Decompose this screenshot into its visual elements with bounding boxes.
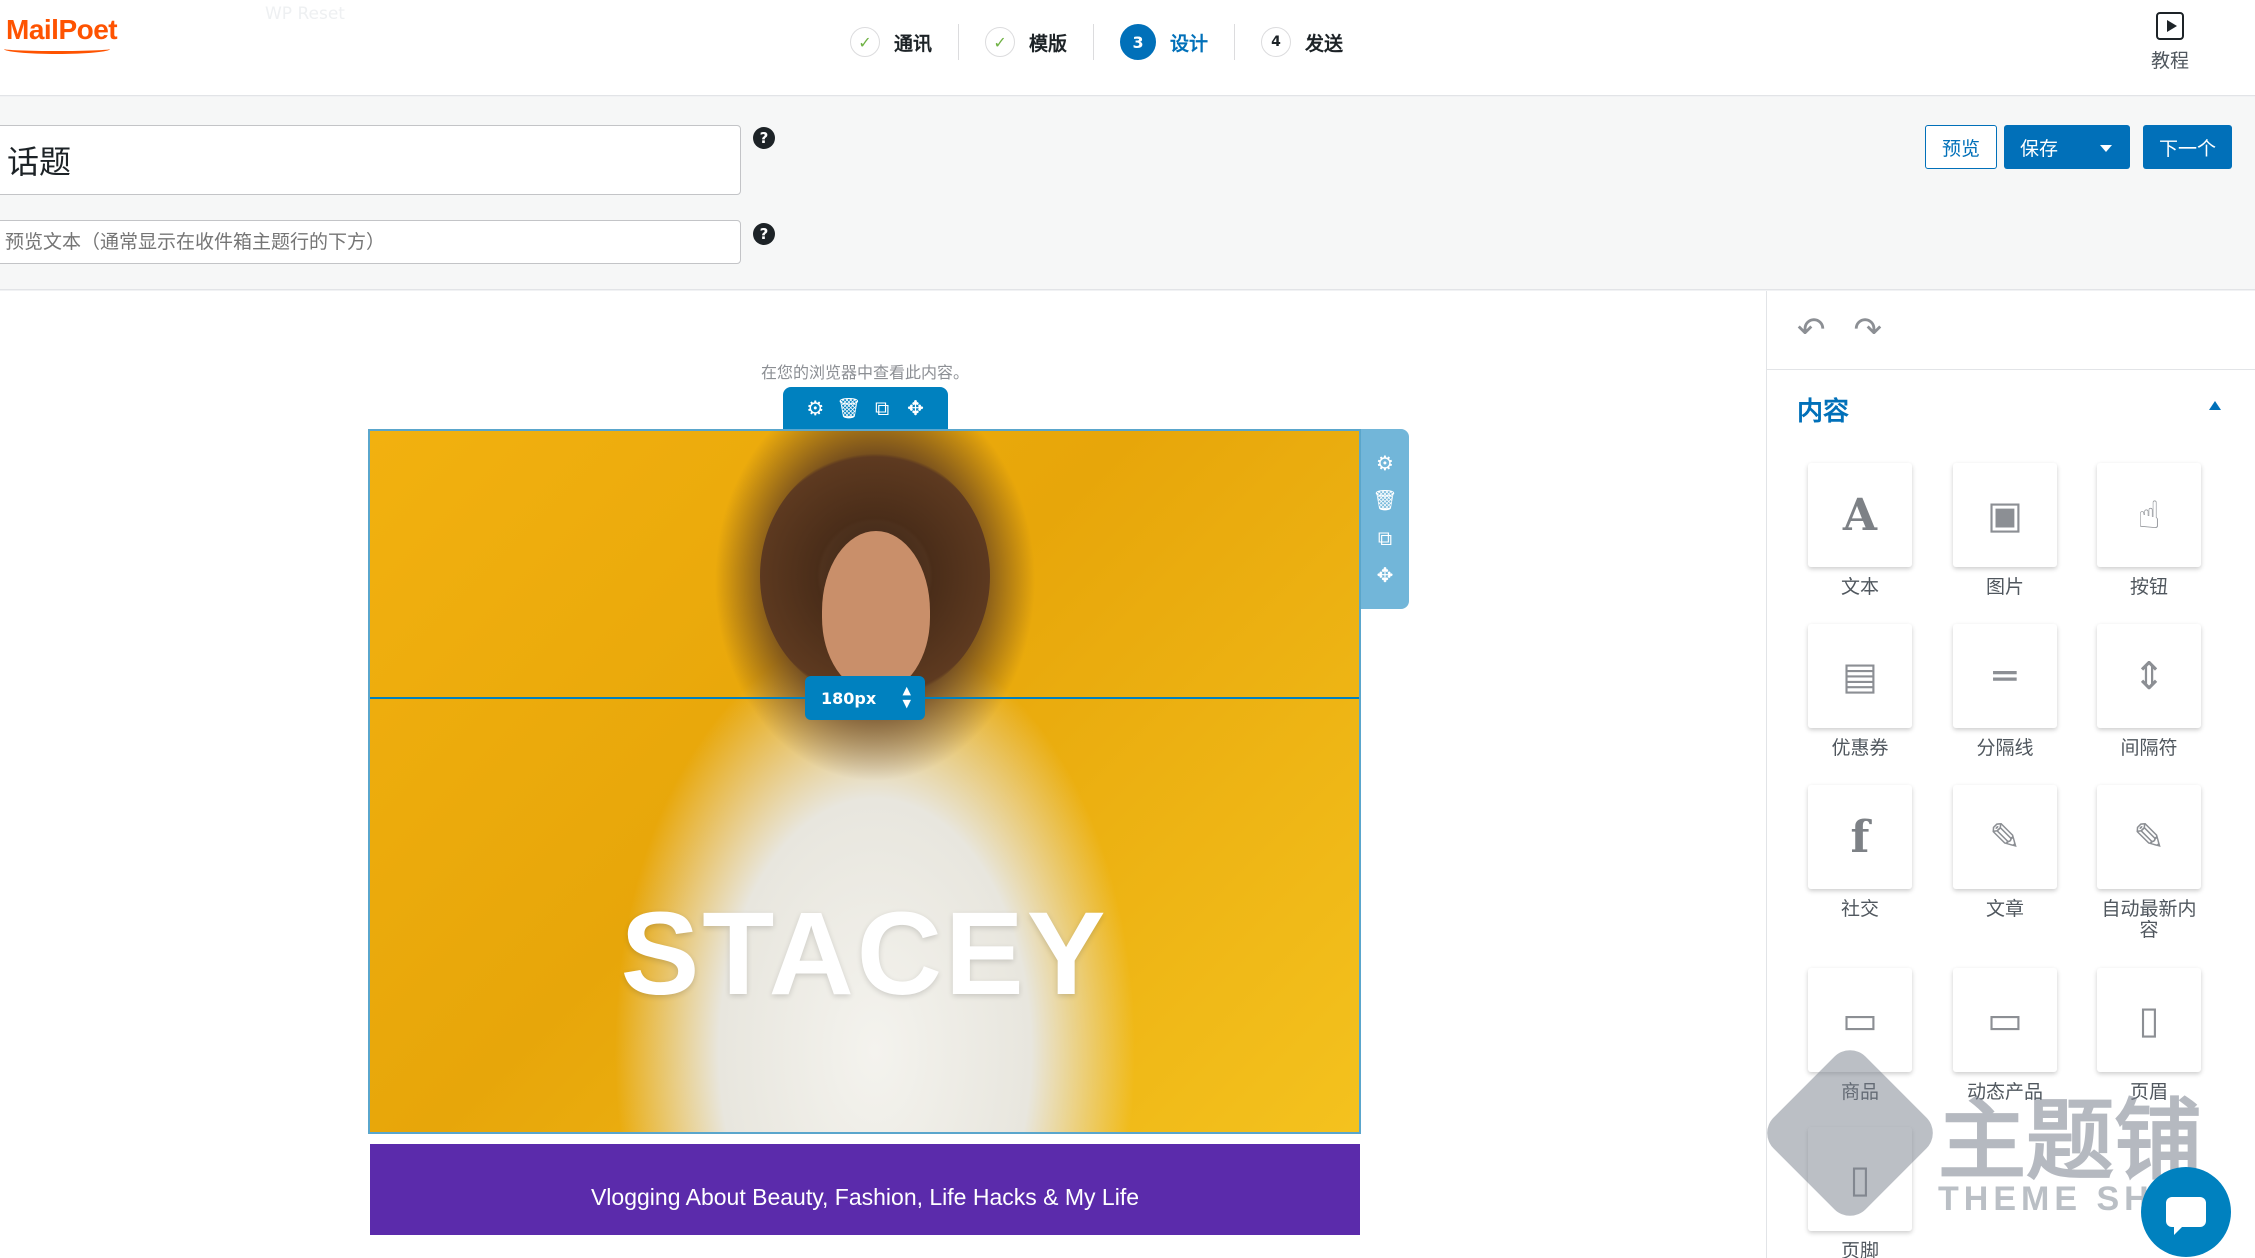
spacer-icon: ⇕ [2097, 624, 2201, 728]
footer-text: Vlogging About Beauty, Fashion, Life Hac… [590, 1184, 1140, 1210]
editor-canvas: 在您的浏览器中查看此内容。 ⚙ 🗑 ⧉ ✥ STACEY ⚙ 🗑 ⧉ ✥ 180… [0, 291, 1766, 1258]
widget-label: 文本 [1840, 576, 1879, 598]
step-label: 发送 [1305, 32, 1344, 55]
preheader-input[interactable] [0, 220, 741, 264]
widget-divider[interactable]: ═ 分隔线 [1950, 624, 2060, 759]
spacer-height-value: 180px [821, 688, 877, 708]
dynamic-product-icon: ▭ [1953, 968, 2057, 1072]
save-dropdown-icon[interactable] [2100, 145, 2112, 152]
history-controls: ↶ ↷ [1797, 313, 1882, 347]
step-send[interactable]: 4 发送 [1261, 24, 1369, 60]
widget-button[interactable]: ☝ 按钮 [2094, 463, 2204, 598]
coupon-icon: ▤ [1808, 624, 1912, 728]
email-header-block[interactable]: STACEY [368, 429, 1361, 1134]
duplicate-icon[interactable]: ⧉ [1372, 526, 1398, 550]
top-bar: MailPoet WP Reset ✓ 通讯 ✓ 模版 3 设计 4 发送 教程 [0, 0, 2255, 96]
step-design[interactable]: 3 设计 [1120, 24, 1236, 60]
redo-icon[interactable]: ↷ [1854, 313, 1883, 347]
widget-coupon[interactable]: ▤ 优惠券 [1805, 624, 1915, 759]
subject-input[interactable] [0, 125, 741, 195]
widget-label: 文章 [1985, 898, 2024, 920]
preview-button[interactable]: 预览 [1925, 125, 1997, 169]
gear-icon[interactable]: ⚙ [802, 396, 828, 420]
trash-icon[interactable]: 🗑 [1372, 488, 1398, 512]
block-side-toolbar: ⚙ 🗑 ⧉ ✥ [1361, 429, 1409, 609]
container-toolbar: ⚙ 🗑 ⧉ ✥ [783, 387, 948, 429]
view-in-browser-link[interactable]: 在您的浏览器中查看此内容。 [0, 359, 1730, 383]
post-icon: ✎ [1953, 785, 2057, 889]
stepper: ✓ 通讯 ✓ 模版 3 设计 4 发送 [850, 24, 1395, 60]
spacer-height-handle[interactable]: 180px ▲ ▼ [805, 676, 925, 720]
undo-icon[interactable]: ↶ [1797, 313, 1826, 347]
step-label: 通讯 [894, 32, 933, 55]
widget-label: 图片 [1985, 576, 2024, 598]
play-icon [2156, 12, 2184, 40]
divider-icon: ═ [1953, 624, 2057, 728]
subject-help-icon[interactable]: ? [753, 127, 775, 149]
step-label: 模版 [1029, 32, 1068, 55]
step-number-badge: 3 [1120, 24, 1157, 60]
preheader-help-icon[interactable]: ? [753, 223, 775, 245]
subject-area: ? ? 预览 保存 下一个 [0, 97, 2255, 290]
collapse-icon[interactable] [2209, 401, 2221, 410]
widget-spacer[interactable]: ⇕ 间隔符 [2094, 624, 2204, 759]
duplicate-icon[interactable]: ⧉ [869, 396, 895, 420]
footer-text-block[interactable]: Vlogging About Beauty, Fashion, Life Hac… [370, 1144, 1360, 1235]
widget-label: 优惠券 [1831, 737, 1889, 759]
divider [1767, 369, 2255, 370]
check-icon: ✓ [985, 27, 1016, 57]
step-number-badge: 4 [1261, 27, 1292, 57]
text-icon: A [1808, 463, 1912, 567]
save-label: 保存 [2020, 137, 2059, 160]
widget-label: 分隔线 [1976, 737, 2034, 759]
hero-title[interactable]: STACEY [370, 886, 1359, 1022]
move-icon[interactable]: ✥ [1372, 563, 1398, 587]
check-icon: ✓ [850, 27, 880, 57]
step-template[interactable]: ✓ 模版 [985, 24, 1095, 60]
logo-underline [4, 44, 110, 54]
widget-label: 社交 [1840, 898, 1879, 920]
image-icon: ▣ [1953, 463, 2057, 567]
widget-label: 按钮 [2129, 576, 2168, 598]
widget-auto-latest[interactable]: ✎ 自动最新内容 [2094, 785, 2204, 941]
selected-spacer-block[interactable] [370, 431, 1359, 699]
widget-image[interactable]: ▣ 图片 [1950, 463, 2060, 598]
save-button[interactable]: 保存 [2004, 125, 2130, 169]
gear-icon[interactable]: ⚙ [1372, 451, 1398, 475]
auto-latest-icon: ✎ [2097, 785, 2201, 889]
move-icon[interactable]: ✥ [903, 396, 929, 420]
tutorial-link[interactable]: 教程 [2140, 12, 2200, 73]
widget-text[interactable]: A 文本 [1805, 463, 1915, 598]
trash-icon[interactable]: 🗑 [836, 396, 862, 420]
header-icon: ▯ [2097, 968, 2201, 1072]
mailpoet-logo[interactable]: MailPoet [6, 14, 118, 46]
widget-label: 间隔符 [2120, 737, 2178, 759]
chat-icon [2166, 1197, 2206, 1235]
ghost-text: WP Reset [265, 4, 345, 24]
widget-post[interactable]: ✎ 文章 [1950, 785, 2060, 920]
next-button[interactable]: 下一个 [2143, 125, 2232, 169]
resize-arrows-icon[interactable]: ▲ ▼ [903, 684, 911, 710]
content-panel-title[interactable]: 内容 [1797, 391, 1849, 428]
widget-label: 页脚 [1840, 1240, 1879, 1258]
widget-social[interactable]: f 社交 [1805, 785, 1915, 920]
button-icon: ☝ [2097, 463, 2201, 567]
tutorial-label: 教程 [2150, 50, 2189, 72]
view-in-browser-text: 在您的浏览器中查看此内容。 [760, 363, 969, 382]
social-icon: f [1808, 785, 1912, 889]
widget-label: 自动最新内容 [2101, 898, 2197, 941]
step-newsletter[interactable]: ✓ 通讯 [850, 24, 960, 60]
chat-button[interactable] [2141, 1167, 2231, 1257]
step-label: 设计 [1170, 32, 1209, 55]
